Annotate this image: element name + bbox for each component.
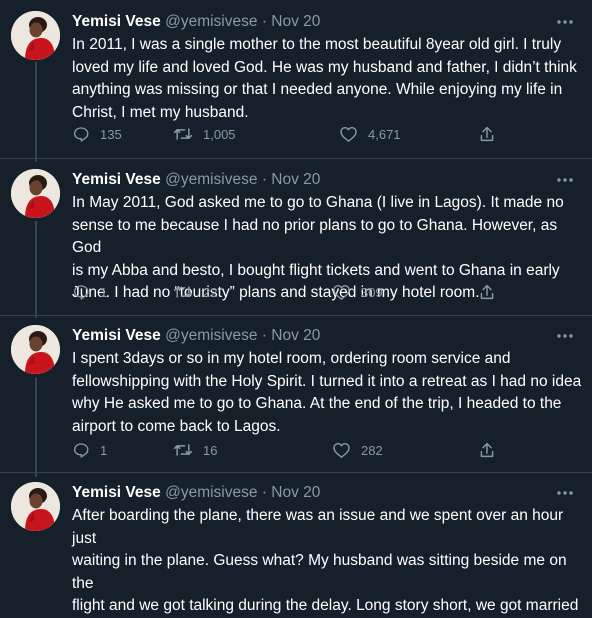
retweet-icon [173,286,193,298]
reply-count: 1 [100,284,108,300]
more-icon [557,178,573,182]
divider [0,315,592,316]
share-icon [480,126,494,142]
tweet-thread: Yemisi Vese @yemisivese · Nov 20 In 2011… [0,0,592,614]
heart-icon [333,442,350,458]
separator-dot: · [261,171,267,188]
avatar[interactable] [11,482,60,531]
avatar[interactable] [11,169,60,218]
more-options-button[interactable] [552,325,578,347]
tweet-header: Yemisi Vese @yemisivese · Nov 20 [72,325,320,347]
profile-photo [11,169,60,218]
tweet-date[interactable]: Nov 20 [271,327,320,344]
share-icon [480,442,494,458]
tweet-date[interactable]: Nov 20 [271,484,320,501]
tweet[interactable]: Yemisi Vese @yemisivese · Nov 20 I spent… [0,325,592,465]
retweet-button[interactable]: 16 [173,439,217,461]
author-name[interactable]: Yemisi Vese [72,13,161,30]
share-button[interactable] [479,281,495,303]
more-options-button[interactable] [552,11,578,33]
tweet[interactable]: Yemisi Vese @yemisivese · Nov 20 After b… [0,482,592,614]
tweet-text: I spent 3days or so in my hotel room, or… [72,350,582,435]
author-handle[interactable]: @yemisivese [165,171,257,188]
reply-button[interactable]: 1 [72,439,107,461]
retweet-count: 1,005 [203,126,236,142]
tweet-text: In 2011, I was a single mother to the mo… [72,36,577,121]
retweet-icon [173,444,193,456]
avatar[interactable] [11,325,60,374]
tweet-actions: 1 16 282 [72,439,512,461]
more-icon [557,334,573,338]
tweet[interactable]: Yemisi Vese @yemisivese · Nov 20 In 2011… [0,11,592,151]
share-icon [480,284,494,300]
divider [0,158,592,159]
heart-icon [340,126,357,142]
retweet-button[interactable]: 22 [173,281,217,303]
more-options-button[interactable] [552,482,578,504]
author-name[interactable]: Yemisi Vese [72,171,161,188]
tweet-date[interactable]: Nov 20 [271,171,320,188]
reply-count: 1 [100,442,108,458]
tweet-text: After boarding the plane, there was an i… [72,507,579,614]
tweet-date[interactable]: Nov 20 [271,13,320,30]
like-button[interactable]: 282 [332,439,383,461]
retweet-icon [173,128,193,140]
profile-photo [11,325,60,374]
separator-dot: · [261,327,267,344]
reply-icon [73,127,89,142]
reply-button[interactable]: 1 [72,281,107,303]
tweet-header: Yemisi Vese @yemisivese · Nov 20 [72,11,320,33]
separator-dot: · [261,13,267,30]
like-button[interactable]: 309 [332,281,383,303]
profile-photo [11,11,60,60]
divider [0,472,592,473]
tweet-actions: 1 22 309 [72,281,512,303]
more-icon [557,491,573,495]
more-options-button[interactable] [552,169,578,191]
author-name[interactable]: Yemisi Vese [72,484,161,501]
share-button[interactable] [479,123,495,145]
like-count: 309 [361,284,383,300]
like-button[interactable]: 4,671 [339,123,401,145]
reply-count: 135 [100,126,122,142]
author-handle[interactable]: @yemisivese [165,327,257,344]
heart-icon [333,284,350,300]
separator-dot: · [261,484,267,501]
profile-photo [11,482,60,531]
tweet-header: Yemisi Vese @yemisivese · Nov 20 [72,482,320,504]
retweet-count: 22 [203,284,218,300]
reply-icon [73,285,89,300]
author-name[interactable]: Yemisi Vese [72,327,161,344]
retweet-button[interactable]: 1,005 [173,123,236,145]
tweet-header: Yemisi Vese @yemisivese · Nov 20 [72,169,320,191]
author-handle[interactable]: @yemisivese [165,484,257,501]
reply-button[interactable]: 135 [72,123,122,145]
tweet-actions: 135 1,005 4,671 [72,123,512,145]
author-handle[interactable]: @yemisivese [165,13,257,30]
share-button[interactable] [479,439,495,461]
like-count: 4,671 [368,126,401,142]
more-icon [557,20,573,24]
like-count: 282 [361,442,383,458]
avatar[interactable] [11,11,60,60]
reply-icon [73,443,89,458]
tweet[interactable]: Yemisi Vese @yemisivese · Nov 20 In May … [0,169,592,309]
retweet-count: 16 [203,442,218,458]
